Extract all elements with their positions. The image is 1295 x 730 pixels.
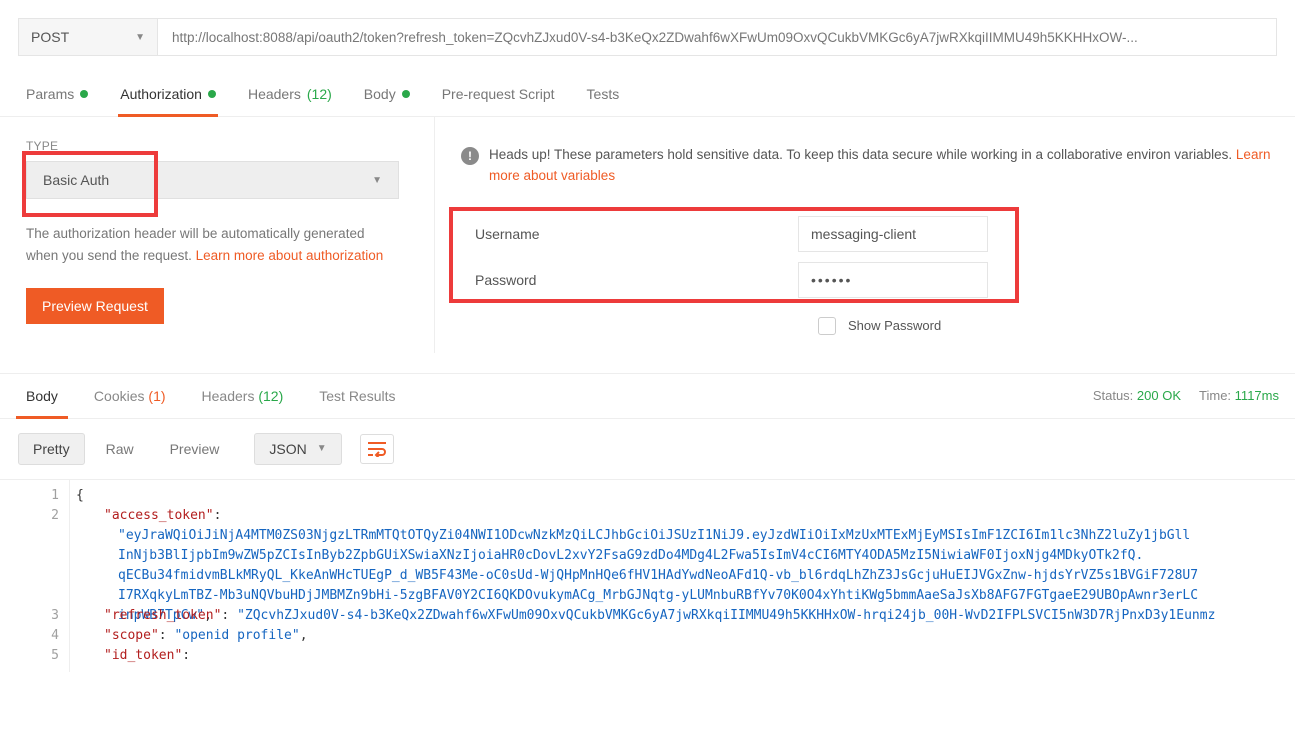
- auth-note: The authorization header will be automat…: [26, 223, 386, 266]
- warning-banner: ! Heads up! These parameters hold sensit…: [453, 135, 1295, 197]
- line-gutter: 1 2 3 4 5: [0, 480, 70, 672]
- raw-button[interactable]: Raw: [91, 433, 149, 465]
- tab-headers[interactable]: Headers (12): [246, 74, 334, 116]
- resp-tab-cookies[interactable]: Cookies (1): [84, 374, 176, 418]
- tab-params[interactable]: Params: [24, 74, 90, 116]
- http-method-label: POST: [31, 29, 69, 45]
- dot-indicator-icon: [80, 90, 88, 98]
- dot-indicator-icon: [402, 90, 410, 98]
- response-toolbar: Pretty Raw Preview JSON ▼: [0, 419, 1295, 479]
- response-body: 1 2 3 4 5 { "access_token": "eyJraWQiOiJ…: [0, 479, 1295, 672]
- password-label: Password: [453, 272, 798, 288]
- password-input[interactable]: [798, 262, 988, 298]
- lang-select[interactable]: JSON ▼: [254, 433, 341, 465]
- tab-prerequest[interactable]: Pre-request Script: [440, 74, 557, 116]
- auth-left-pane: TYPE Basic Auth ▼ The authorization head…: [0, 117, 435, 353]
- response-meta: Status: 200 OK Time: 1117ms: [1093, 388, 1279, 403]
- http-method-select[interactable]: POST ▼: [18, 18, 158, 56]
- auth-type-select[interactable]: Basic Auth ▼: [26, 161, 399, 199]
- response-tabs: Body Cookies (1) Headers (12) Test Resul…: [0, 373, 1295, 419]
- resp-tab-body[interactable]: Body: [16, 374, 68, 418]
- username-label: Username: [453, 226, 798, 242]
- status-value: 200 OK: [1137, 388, 1181, 403]
- time-value: 1117ms: [1235, 388, 1279, 403]
- preview-button[interactable]: Preview: [155, 433, 235, 465]
- tab-authorization[interactable]: Authorization: [118, 74, 218, 116]
- pretty-button[interactable]: Pretty: [18, 433, 85, 465]
- tab-tests[interactable]: Tests: [585, 74, 622, 116]
- request-tabs: Params Authorization Headers (12) Body P…: [0, 74, 1295, 117]
- warning-icon: !: [461, 147, 479, 165]
- show-password-label: Show Password: [848, 318, 941, 333]
- auth-right-pane: ! Heads up! These parameters hold sensit…: [435, 117, 1295, 353]
- wrap-toggle-button[interactable]: [360, 434, 394, 464]
- wrap-icon: [367, 441, 387, 457]
- resp-tab-headers[interactable]: Headers (12): [192, 374, 294, 418]
- username-input[interactable]: [798, 216, 988, 252]
- show-password-checkbox[interactable]: [818, 317, 836, 335]
- chevron-down-icon: ▼: [317, 443, 327, 454]
- chevron-down-icon: ▼: [135, 32, 145, 43]
- tab-body[interactable]: Body: [362, 74, 412, 116]
- url-input[interactable]: http://localhost:8088/api/oauth2/token?r…: [158, 18, 1277, 56]
- code-content[interactable]: { "access_token": "eyJraWQiOiJiNjA4MTM0Z…: [70, 480, 1295, 672]
- preview-request-button[interactable]: Preview Request: [26, 288, 164, 324]
- chevron-down-icon: ▼: [372, 175, 382, 186]
- learn-more-auth-link[interactable]: Learn more about authorization: [196, 248, 384, 263]
- resp-tab-testresults[interactable]: Test Results: [309, 374, 405, 418]
- url-text: http://localhost:8088/api/oauth2/token?r…: [172, 30, 1138, 45]
- dot-indicator-icon: [208, 90, 216, 98]
- auth-type-heading: TYPE: [26, 139, 408, 153]
